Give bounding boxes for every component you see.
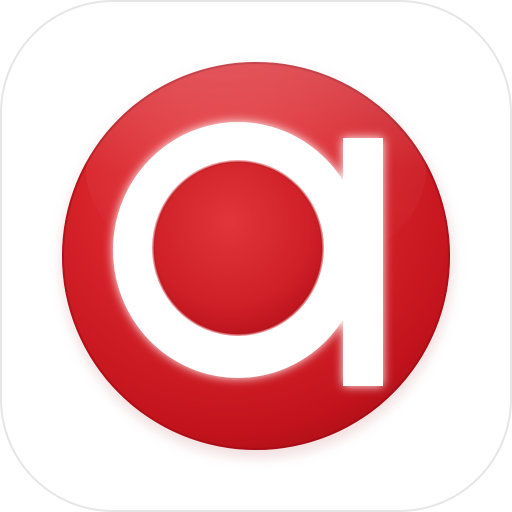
letter-a-logo-icon (0, 0, 512, 512)
app-icon[interactable] (0, 0, 512, 512)
glyph-counter (154, 162, 322, 334)
icon-canvas (0, 0, 512, 512)
